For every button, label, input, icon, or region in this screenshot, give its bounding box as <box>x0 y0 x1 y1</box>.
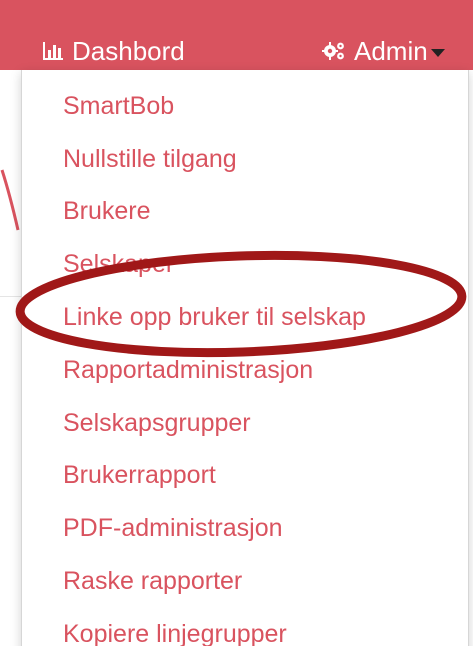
caret-down-icon <box>430 49 445 57</box>
menu-item-raske-rapporter[interactable]: Raske rapporter <box>22 555 468 608</box>
menu-item-kopiere-linjegrupper[interactable]: Kopiere linjegrupper <box>22 608 468 646</box>
page: Dashbord Admin SmartBob Nullstille tilga… <box>0 0 473 646</box>
menu-item-label: PDF-administrasjon <box>63 514 283 543</box>
top-navbar: Dashbord Admin <box>0 0 473 70</box>
menu-item-label: Brukerrapport <box>63 461 216 490</box>
menu-item-label: Rapportadministrasjon <box>63 355 314 384</box>
menu-item-label: Selskapsgrupper <box>63 408 251 437</box>
menu-item-linke-opp-bruker[interactable]: Linke opp bruker til selskap <box>22 291 468 344</box>
menu-item-label: Raske rapporter <box>63 567 243 596</box>
admin-label: Admin <box>354 36 428 66</box>
admin-dropdown-menu: SmartBob Nullstille tilgang Brukere Sels… <box>21 70 469 646</box>
menu-item-label: Kopiere linjegrupper <box>63 619 287 646</box>
bar-chart-icon <box>42 41 64 61</box>
dashboard-label: Dashbord <box>72 36 185 66</box>
menu-item-label: Brukere <box>63 197 151 226</box>
menu-item-label: Selskaper <box>63 250 175 279</box>
menu-item-brukerrapport[interactable]: Brukerrapport <box>22 450 468 503</box>
menu-item-label: Nullstille tilgang <box>63 144 237 173</box>
menu-item-nullstille-tilgang[interactable]: Nullstille tilgang <box>22 133 468 186</box>
background-page-fragment <box>0 169 20 231</box>
menu-item-label: SmartBob <box>63 91 175 120</box>
menu-item-label: Linke opp bruker til selskap <box>63 303 366 332</box>
admin-menu-list: SmartBob Nullstille tilgang Brukere Sels… <box>22 70 468 646</box>
gears-icon <box>322 41 346 61</box>
menu-item-rapportadministrasjon[interactable]: Rapportadministrasjon <box>22 344 468 397</box>
menu-item-selskaper[interactable]: Selskaper <box>22 238 468 291</box>
menu-item-selskapsgrupper[interactable]: Selskapsgrupper <box>22 397 468 450</box>
admin-dropdown-toggle[interactable]: Admin <box>322 36 445 66</box>
menu-item-brukere[interactable]: Brukere <box>22 186 468 239</box>
dashboard-link[interactable]: Dashbord <box>42 36 185 66</box>
menu-item-pdf-administrasjon[interactable]: PDF-administrasjon <box>22 502 468 555</box>
menu-item-smartbob[interactable]: SmartBob <box>22 80 468 133</box>
